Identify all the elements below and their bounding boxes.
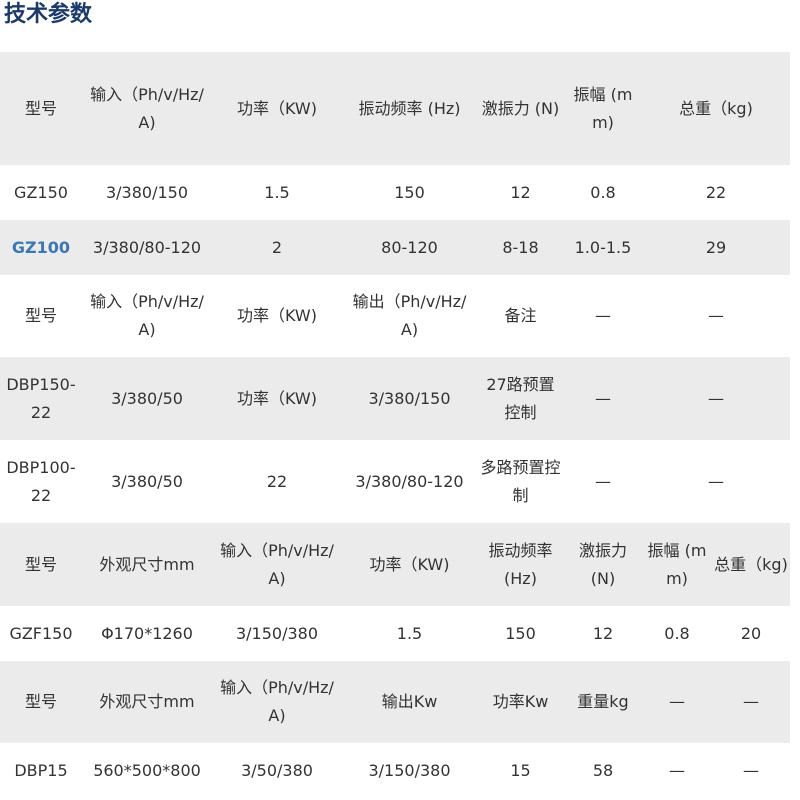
spec-table: 型号 输入（Ph/v/Hz/A) 功率（KW) 振动频率 (Hz) 激振力 (N) 振幅 … <box>0 52 790 798</box>
table-cell: 3/150/380 <box>368 760 451 780</box>
table-cell: 12 <box>510 182 531 202</box>
table-cell: Φ170*1260 <box>101 623 193 643</box>
table-cell: 功率（KW) <box>237 388 317 408</box>
table-row: 型号 外观尺寸mm 输入（Ph/v/Hz/A) 输出Kw 功率Kw 重量kg — — <box>0 661 790 743</box>
table-cell: 3/380/80-120 <box>355 471 464 491</box>
table-cell: — <box>669 760 685 780</box>
table-cell: — <box>708 388 724 408</box>
table-cell: — <box>595 471 611 491</box>
table-cell: 22 <box>705 182 727 202</box>
table-cell: GZ150 <box>14 182 68 202</box>
table-cell: 功率Kw <box>492 692 549 711</box>
table-cell: 3/380/150 <box>368 388 451 408</box>
table-cell: 输入（Ph/v/Hz/A) <box>220 678 334 725</box>
table-cell: 重量kg <box>577 692 629 711</box>
table-cell: 3/380/150 <box>105 182 189 202</box>
table-cell: 0.8 <box>590 182 616 202</box>
table-cell: — <box>743 760 759 780</box>
table-cell: 振幅 (mm) <box>573 84 633 132</box>
table-cell: 80-120 <box>381 237 438 257</box>
table-cell: 功率（KW) <box>237 98 317 118</box>
table-cell: 3/50/380 <box>241 760 313 780</box>
table-row: GZF150 Φ170*1260 3/150/380 1.5 150 12 0.8 20 <box>0 606 790 661</box>
table-cell: 输出（Ph/v/Hz/A) <box>352 292 467 339</box>
table-cell: 0.8 <box>664 623 690 643</box>
table-row: DBP100-22 3/380/50 22 3/380/80-120 多路预置控制 — — <box>0 440 790 523</box>
table-cell: 振动频率 (Hz) <box>488 540 553 588</box>
table-cell: — <box>743 692 759 711</box>
table-cell: 3/150/380 <box>235 623 319 643</box>
table-cell: 29 <box>705 237 727 257</box>
table-row: GZ150 3/380/150 1.5 150 12 0.8 22 <box>0 165 790 220</box>
table-cell: 备注 <box>504 306 537 325</box>
table-cell: 型号 <box>24 306 57 325</box>
table-cell: 型号 <box>24 554 57 574</box>
table-cell: GZ100 <box>11 237 71 257</box>
table-cell: 2 <box>271 237 283 257</box>
table-cell: 560*500*800 <box>93 760 201 780</box>
page-title: 技术参数 <box>4 2 93 27</box>
table-cell: 外观尺寸mm <box>99 692 195 711</box>
table-cell: — <box>595 306 611 325</box>
table-cell: 功率（KW) <box>369 554 450 574</box>
table-cell: 总重（kg) <box>714 554 788 574</box>
table-cell: 振动频率 (Hz) <box>358 98 461 118</box>
table-cell: 1.0-1.5 <box>574 237 632 257</box>
table-row: 型号 输入（Ph/v/Hz/A) 功率（KW) 输出（Ph/v/Hz/A) 备注 — — <box>0 275 790 357</box>
table-cell: 型号 <box>24 98 57 118</box>
table-cell: 27路预置控制 <box>486 374 555 422</box>
table-cell: 3/380/80-120 <box>92 237 202 257</box>
table-cell: GZF150 <box>9 623 73 643</box>
table-cell: DBP150-22 <box>6 374 76 422</box>
table-cell: DBP100-22 <box>6 457 76 505</box>
table-cell: — <box>595 388 611 408</box>
table-cell: 激振力 (N) <box>481 98 560 118</box>
table-row: DBP150-22 3/380/50 功率（KW) 3/380/150 27路预置控制 —… <box>0 357 790 440</box>
table-cell: 多路预置控制 <box>480 457 561 505</box>
table-row: GZ100 3/380/80-120 2 80-120 8-18 1.0-1.5 29 <box>0 220 790 275</box>
table-row: 型号 输入（Ph/v/Hz/A) 功率（KW) 振动频率 (Hz) 激振力 (N) 振幅 … <box>0 52 790 165</box>
table-cell: 振幅 (mm) <box>647 540 707 588</box>
table-cell: 外观尺寸mm <box>99 554 195 574</box>
table-cell: 150 <box>505 623 536 643</box>
table-cell: 输出Kw <box>381 692 438 711</box>
table-cell: 150 <box>394 182 425 202</box>
table-cell: 12 <box>592 623 614 643</box>
table-cell: 输入（Ph/v/Hz/A) <box>90 292 204 339</box>
table-cell: 3/380/50 <box>111 388 183 408</box>
table-cell: 1.5 <box>396 623 423 643</box>
table-cell: 20 <box>740 623 762 643</box>
table-cell: 总重（kg) <box>679 98 753 118</box>
table-cell: DBP15 <box>14 760 68 780</box>
table-cell: — <box>669 692 685 711</box>
table-cell: 1.5 <box>264 182 290 202</box>
table-cell: — <box>708 306 724 325</box>
table-cell: 22 <box>266 471 288 491</box>
table-cell: 输入（Ph/v/Hz/A) <box>90 84 204 132</box>
table-row: 型号 外观尺寸mm 输入（Ph/v/Hz/A) 功率（KW) 振动频率 (Hz) 激振力 … <box>0 523 790 606</box>
table-cell: — <box>708 471 724 491</box>
table-cell: 3/380/50 <box>111 471 183 491</box>
table-cell: 58 <box>592 760 614 780</box>
table-cell: 型号 <box>24 692 57 711</box>
table-cell: 激振力 (N) <box>578 540 627 588</box>
table-cell: 8-18 <box>502 237 539 257</box>
table-row: DBP15 560*500*800 3/50/380 3/150/380 15 58 — — <box>0 743 790 798</box>
table-cell: 功率（KW) <box>237 306 317 325</box>
table-cell: 输入（Ph/v/Hz/A) <box>220 540 334 588</box>
table-cell: 15 <box>510 760 531 780</box>
